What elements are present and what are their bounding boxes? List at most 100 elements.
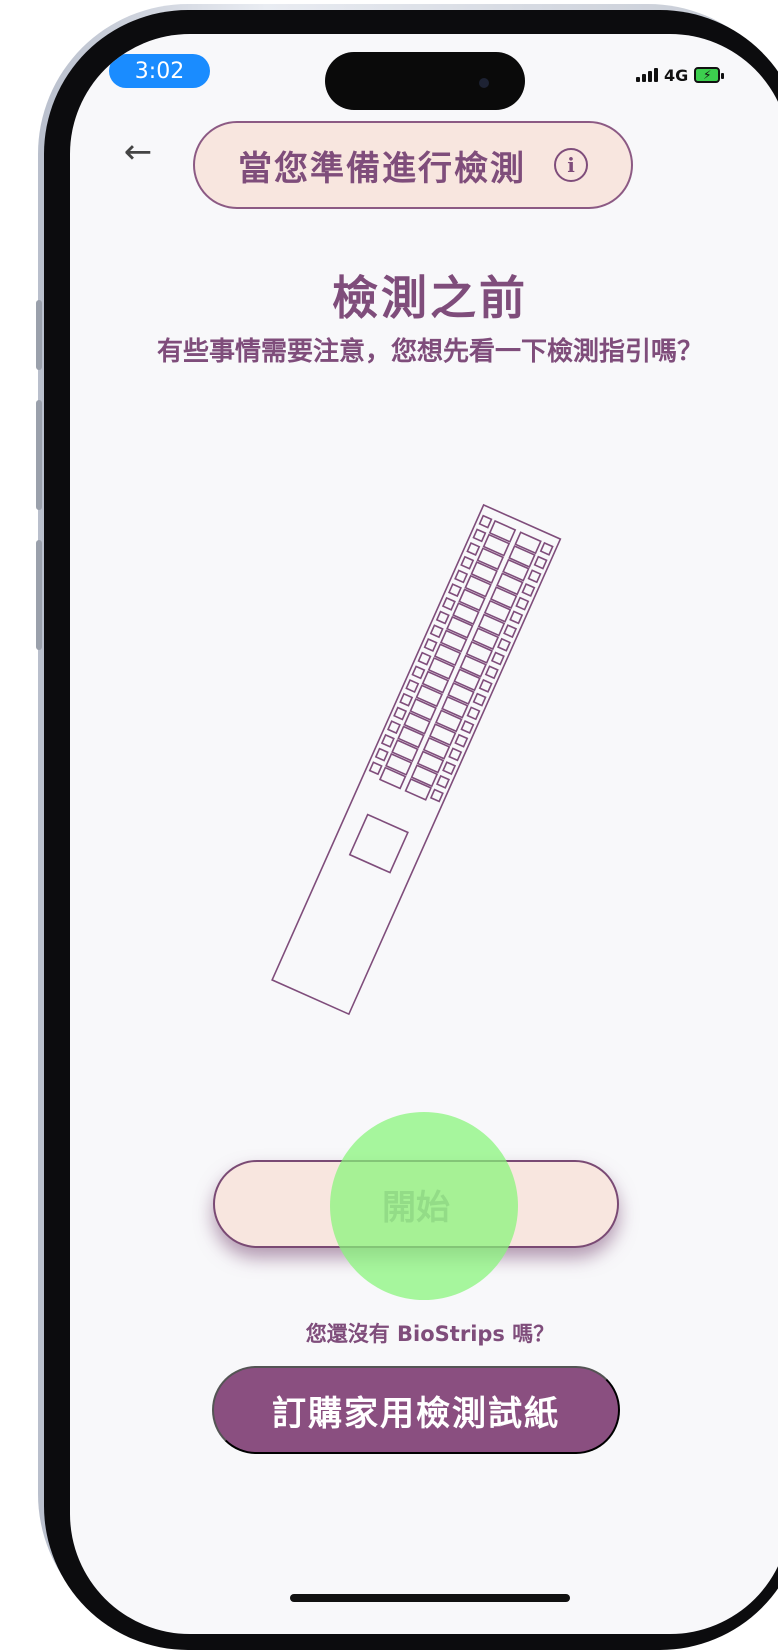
arrow-left-icon[interactable]: ← [118,134,158,170]
strip-test-pad [427,656,456,680]
strip-small-pad [435,774,450,789]
strip-test-pad [508,545,536,568]
strip-test-pad [458,588,486,612]
strip-small-pad [442,761,457,776]
strip-small-pad [527,569,542,584]
test-strip-illustration [271,503,562,1016]
strip-test-pad [477,613,506,637]
strip-test-pad [378,766,407,790]
strip-small-pad [429,624,444,639]
network-label: 4G [664,65,689,85]
strip-test-pad [410,764,439,788]
strip-small-pad [423,637,438,652]
strip-test-pad [428,723,457,747]
strip-test-pad [447,682,475,705]
info-icon[interactable]: i [554,148,588,182]
strip-test-pad [459,654,487,678]
side-button [36,300,42,370]
strip-small-pad [399,692,414,707]
strip-test-pad [453,668,481,692]
strip-small-pad [521,582,536,597]
strip-small-pad [503,624,518,639]
strip-small-pad [393,706,408,721]
strip-body [271,503,562,1016]
strip-small-pad [368,761,383,776]
strip-small-pad [435,610,450,625]
strip-small-pad [472,528,487,543]
volume-down-button [36,540,42,650]
strip-test-pad [471,627,500,651]
strip-small-pad [441,596,456,611]
strip-sample-window [348,813,409,874]
page-title: 檢測之前 [332,271,528,325]
strip-small-pad [472,692,487,707]
strip-test-pad [422,736,451,760]
status-time: 3:02 [109,54,210,88]
strip-small-pad [460,720,475,735]
strip-small-pad [454,733,469,748]
header-title: 當您準備進行檢測 [238,148,526,189]
strip-small-pad [478,514,493,529]
app-screen: 3:02 4G ⚡ ← 當您準備進行檢測 i 檢測之前 有些事情需要注意，您想先… [70,34,778,1634]
volume-up-button [36,400,42,510]
strip-test-pad [403,711,431,735]
battery-charging-icon: ⚡ [694,67,725,83]
strip-test-pad [446,615,474,639]
strip-small-pad [447,583,462,598]
dynamic-island [325,52,525,110]
strip-test-pad [514,531,542,555]
strip-test-pad [496,572,524,596]
start-button[interactable]: 開始 [213,1160,619,1248]
strip-test-pad [385,752,413,776]
strip-small-pad [497,637,511,652]
order-strips-button[interactable]: 訂購家用檢測試紙 [212,1366,620,1454]
strip-small-pad [490,651,505,666]
strip-test-pad [421,670,450,694]
strip-test-pad [415,684,444,708]
strip-test-pad [502,558,530,582]
strip-small-pad [448,747,463,762]
page-subtitle: 有些事情需要注意，您想先看一下檢測指引嗎？ [156,337,703,367]
strip-small-pad [460,555,475,570]
strip-test-pad [404,777,433,801]
strip-small-pad [466,706,481,721]
strip-small-pad [466,542,481,557]
strip-small-pad [484,665,499,680]
home-indicator [290,1594,570,1602]
camera-icon [479,78,489,88]
strip-test-pad [483,599,512,623]
strip-small-pad [429,788,444,803]
strip-small-pad [539,541,554,556]
strip-small-pad [417,651,432,666]
strip-test-pad [397,725,425,749]
strip-small-pad [386,720,401,735]
strip-test-pad [435,709,463,733]
strip-test-pad [476,547,505,571]
strip-small-pad [478,678,493,693]
strip-small-pad [454,569,469,584]
strip-test-pad [433,643,462,667]
strip-test-pad [465,640,494,664]
strip-small-pad [405,679,420,694]
strip-test-pad [489,586,518,610]
status-indicators: 4G ⚡ [636,64,725,86]
strip-test-pad [470,561,498,584]
strip-small-pad [509,610,524,625]
strip-test-pad [464,574,492,598]
strip-small-pad [533,555,548,570]
strip-small-pad [380,733,395,748]
strip-small-pad [374,747,389,762]
no-strips-text: 您還沒有 BioStrips 嗎？ [305,1322,555,1346]
strip-test-pad [482,533,511,557]
strip-test-pad [452,602,480,626]
header-pill: 當您準備進行檢測 i [193,121,633,209]
strip-test-pad [416,750,445,774]
strip-test-pad [441,695,469,719]
strip-test-pad [439,629,468,653]
strip-test-pad [409,698,437,721]
strip-small-pad [411,665,426,680]
strip-test-pad [391,739,419,763]
signal-icon [636,68,658,82]
strip-small-pad [515,596,530,611]
strip-test-pad [488,519,517,543]
